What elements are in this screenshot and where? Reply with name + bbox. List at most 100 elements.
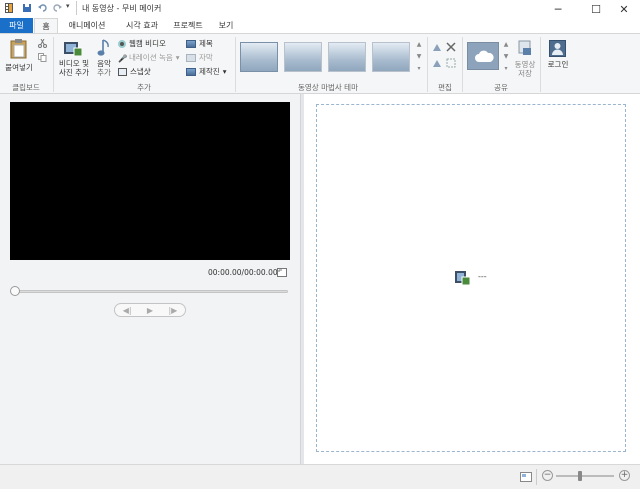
save-icon[interactable] xyxy=(22,3,32,13)
zoom-in-icon[interactable]: + xyxy=(619,470,630,481)
window-title: 내 동영상 - 무비 메이커 xyxy=(82,4,162,13)
edit-group-label: 편집 xyxy=(438,83,452,92)
customize-qat-chevron-icon[interactable]: ▾ xyxy=(66,2,76,12)
add-music-label-line2: 추가 xyxy=(97,68,111,77)
copy-icon[interactable] xyxy=(38,53,47,62)
status-divider xyxy=(536,469,537,485)
theme-gallery-scroll[interactable]: ▲ ▼ ▾ xyxy=(414,39,424,79)
caption-icon xyxy=(186,53,196,62)
play-icon[interactable]: ▶ xyxy=(147,306,153,315)
undo-icon[interactable] xyxy=(38,3,48,13)
narration-dropdown-chevron-icon: ▾ xyxy=(175,53,180,62)
group-separator xyxy=(235,37,236,92)
tab-file[interactable]: 파일 xyxy=(0,18,33,33)
minimize-button[interactable]: ─ xyxy=(542,0,574,18)
add-media-label-line1: 비디오 및 xyxy=(59,59,89,68)
ribbon: 붙여넣기 클립보드 비디오 및 사진 추가 음악 추가 웹캠 비디오 🎤 내레이… xyxy=(0,33,640,94)
cloud-icon xyxy=(475,50,494,62)
seek-bar[interactable] xyxy=(12,290,288,293)
zoom-slider-thumb[interactable] xyxy=(578,471,582,481)
app-icon xyxy=(5,3,13,13)
close-button[interactable]: ✕ xyxy=(608,0,640,18)
seek-handle[interactable] xyxy=(10,286,20,296)
redo-icon[interactable] xyxy=(52,3,62,13)
save-movie-label-line1: 동영상 xyxy=(514,60,536,69)
paste-label: 붙여넣기 xyxy=(5,63,33,72)
webcam-icon xyxy=(118,39,126,48)
zoom-slider-track[interactable] xyxy=(556,475,614,477)
record-narration-label: 내레이션 녹음 xyxy=(129,53,173,62)
credits-label: 제작진 xyxy=(199,67,220,76)
group-separator xyxy=(462,37,463,92)
sign-in-button[interactable]: 로그인 xyxy=(544,37,572,71)
onedrive-share-button[interactable] xyxy=(467,42,499,70)
share-group-label: 공유 xyxy=(494,83,508,92)
ribbon-tabs: 파일 홈 애니메이션 시각 효과 프로젝트 보기 xyxy=(0,18,640,34)
film-photo-icon xyxy=(64,42,82,56)
microphone-icon: 🎤 xyxy=(118,53,128,63)
save-movie-button[interactable]: 동영상 저장 xyxy=(512,37,538,79)
add-videos-photos-button[interactable]: 비디오 및 사진 추가 xyxy=(56,37,92,79)
add-group-label: 추가 xyxy=(137,83,151,92)
delete-icon[interactable] xyxy=(446,42,456,52)
scroll-up-icon[interactable]: ▲ xyxy=(414,39,424,51)
tab-visual-effects[interactable]: 시각 효과 xyxy=(118,18,166,33)
scroll-up-icon[interactable]: ▲ xyxy=(501,39,511,51)
theme-thumbnail[interactable] xyxy=(284,42,322,72)
group-separator xyxy=(53,37,54,92)
save-movie-label-line2: 저장 xyxy=(518,69,532,78)
scroll-down-icon[interactable]: ▼ xyxy=(414,51,424,63)
tab-animations[interactable]: 애니메이션 xyxy=(62,18,112,33)
add-media-icon[interactable] xyxy=(455,270,470,285)
title-button[interactable]: 제목 xyxy=(186,38,213,49)
webcam-video-label: 웹캠 비디오 xyxy=(129,39,166,48)
user-icon xyxy=(549,40,566,57)
status-bar: − + xyxy=(0,464,640,489)
thumbnail-size-icon[interactable] xyxy=(520,472,532,482)
add-music-label-line1: 음악 xyxy=(97,59,111,68)
caption-button[interactable]: 자막 xyxy=(186,52,213,63)
theme-thumbnail[interactable] xyxy=(372,42,410,72)
rotate-left-icon[interactable] xyxy=(432,42,442,52)
snapshot-button[interactable]: 스냅샷 xyxy=(118,66,151,77)
paste-button[interactable]: 붙여넣기 xyxy=(4,37,34,75)
tab-project[interactable]: 프로젝트 xyxy=(170,18,206,33)
theme-thumbnail[interactable] xyxy=(328,42,366,72)
tab-view[interactable]: 보기 xyxy=(214,18,238,33)
credits-icon xyxy=(186,67,196,76)
select-all-icon[interactable] xyxy=(446,58,456,68)
add-music-button[interactable]: 음악 추가 xyxy=(93,37,115,79)
save-movie-icon xyxy=(518,40,531,55)
title-bar: ▾ 내 동영상 - 무비 메이커 ─ ☐ ✕ xyxy=(0,0,640,18)
caption-label: 자막 xyxy=(199,53,213,62)
clipboard-icon xyxy=(10,39,27,59)
group-separator xyxy=(427,37,428,92)
sign-in-label: 로그인 xyxy=(547,60,569,69)
storyboard-drop-area[interactable] xyxy=(316,104,626,452)
fullscreen-icon[interactable] xyxy=(277,268,287,277)
rotate-right-icon[interactable] xyxy=(432,58,442,68)
tab-home[interactable]: 홈 xyxy=(34,18,58,34)
credits-dropdown-chevron-icon: ▾ xyxy=(222,67,227,76)
zoom-out-icon[interactable]: − xyxy=(542,470,553,481)
webcam-video-button[interactable]: 웹캠 비디오 xyxy=(118,38,166,49)
theme-thumbnail[interactable] xyxy=(240,42,278,72)
cut-icon[interactable] xyxy=(38,39,47,48)
credits-button[interactable]: 제작진 ▾ xyxy=(186,66,226,77)
record-narration-button[interactable]: 🎤 내레이션 녹음 ▾ xyxy=(118,52,180,63)
gallery-more-icon[interactable]: ▾ xyxy=(414,63,424,75)
music-note-icon xyxy=(97,39,109,56)
add-media-label-line2: 사진 추가 xyxy=(59,68,89,77)
playback-controls: ◀| ▶ |▶ xyxy=(114,303,186,317)
themes-group-label: 동영상 마법사 테마 xyxy=(298,83,358,92)
video-preview[interactable] xyxy=(10,102,290,260)
snapshot-label: 스냅샷 xyxy=(130,67,151,76)
next-frame-icon[interactable]: |▶ xyxy=(168,306,177,315)
time-display: 00:00.00/00:00.00 xyxy=(208,268,278,277)
title-icon xyxy=(186,39,196,48)
title-divider xyxy=(76,1,77,15)
snapshot-icon xyxy=(118,67,127,76)
clipboard-group-label: 클립보드 xyxy=(12,83,40,92)
previous-frame-icon[interactable]: ◀| xyxy=(123,306,132,315)
group-separator xyxy=(540,37,541,92)
